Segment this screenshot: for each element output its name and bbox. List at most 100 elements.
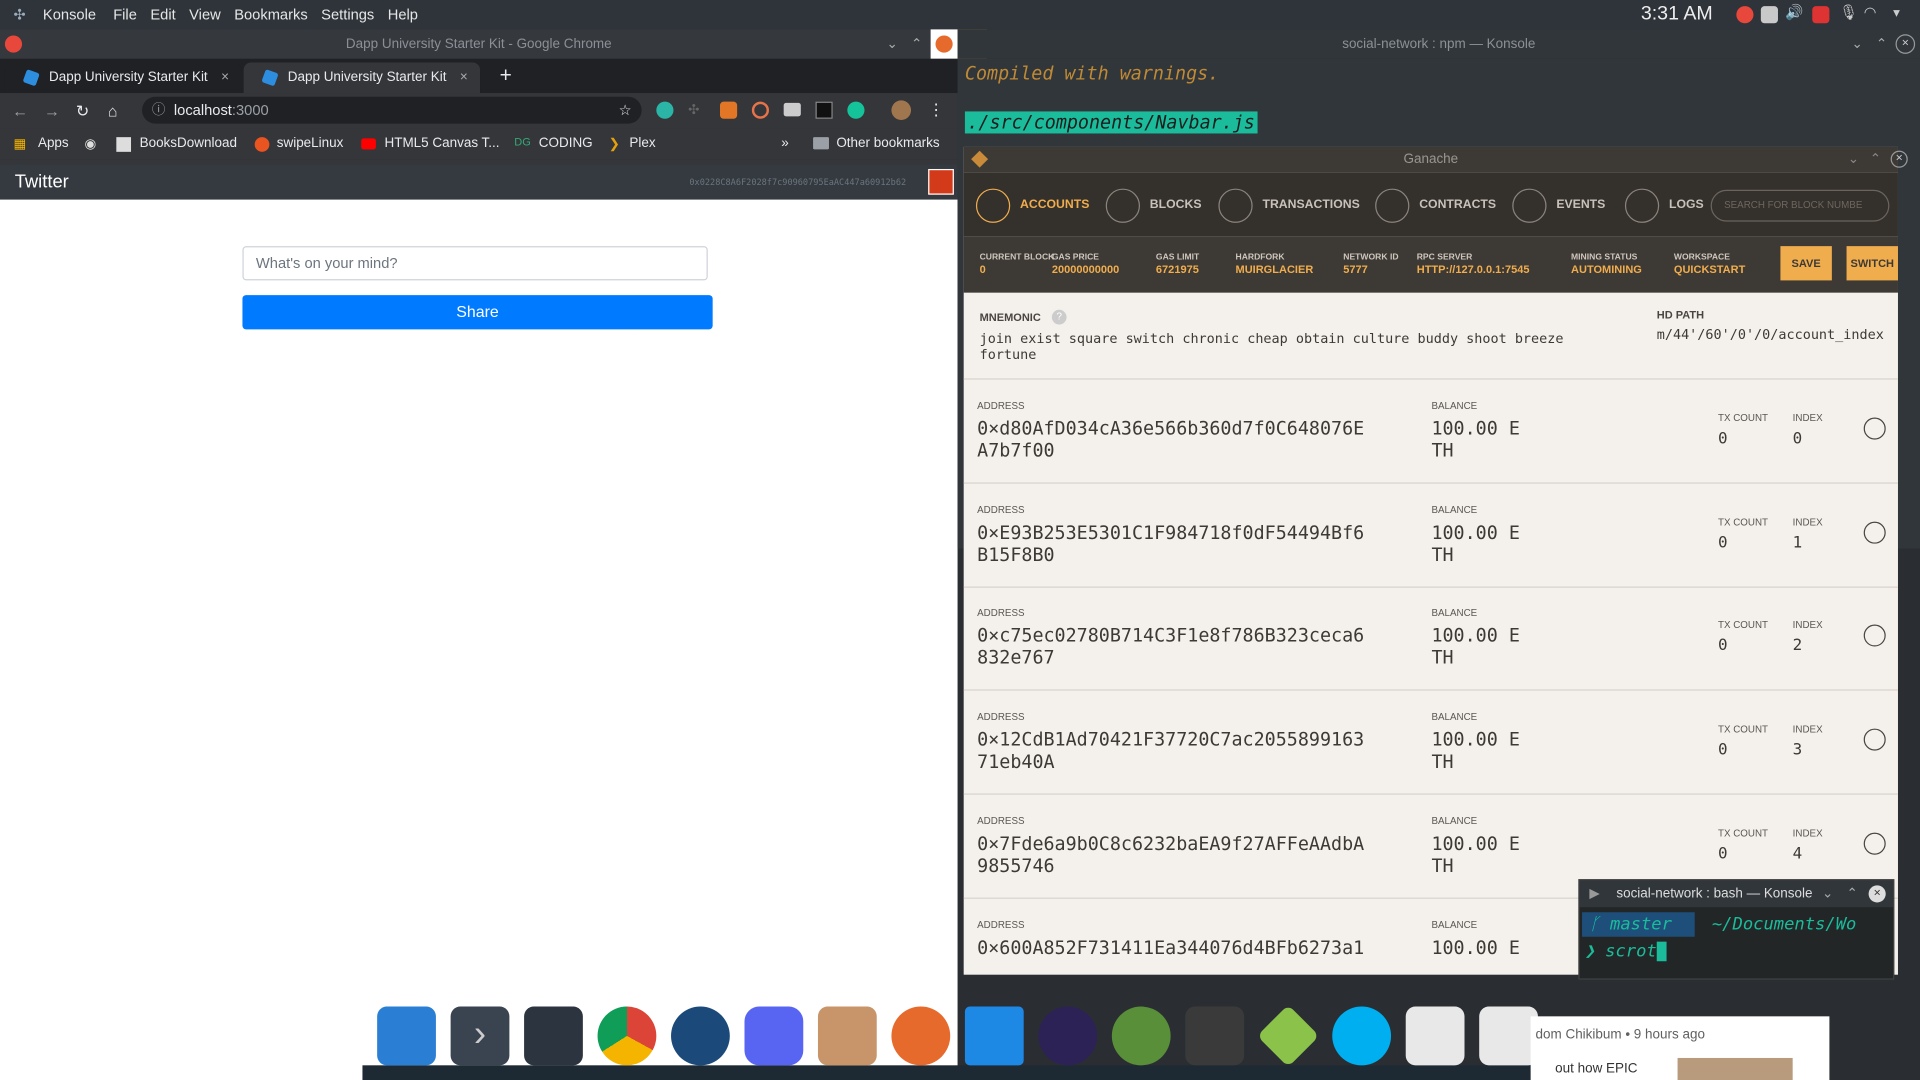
new-tab-icon[interactable]: + <box>500 64 512 88</box>
post-input[interactable]: What's on your mind? <box>242 246 708 281</box>
android-studio-icon[interactable] <box>1111 1006 1171 1066</box>
extension-sn-icon[interactable] <box>815 101 833 119</box>
vscode-icon[interactable] <box>964 1006 1024 1066</box>
key-icon[interactable] <box>1863 832 1886 855</box>
key-icon[interactable] <box>1863 728 1886 751</box>
extension-card-icon[interactable] <box>783 102 801 117</box>
settings-sliders-icon[interactable] <box>524 1006 583 1066</box>
help-icon[interactable]: ? <box>1051 309 1067 325</box>
youtube-text[interactable]: out how EPIC <box>1555 1062 1637 1077</box>
block-search-input[interactable]: SEARCH FOR BLOCK NUMBE <box>1710 189 1890 222</box>
profile-avatar-icon[interactable] <box>891 100 912 121</box>
dapp-favicon-icon <box>22 69 40 87</box>
panel-menu-file[interactable]: File <box>113 6 137 23</box>
balance-label: BALANCE <box>1431 607 1478 619</box>
extension-puzzle-icon[interactable]: ✣ <box>688 102 705 119</box>
cube-app-icon[interactable] <box>1257 1004 1320 1068</box>
metamask-icon[interactable] <box>720 101 738 119</box>
tab-dapp-1[interactable]: Dapp University Starter Kit × <box>4 62 242 94</box>
clipboard-icon[interactable] <box>1760 6 1778 24</box>
extension-at-icon[interactable] <box>751 101 769 119</box>
address-bar[interactable]: ⓘ localhost:3000 ☆ <box>142 96 642 124</box>
extension-m-icon[interactable] <box>656 101 674 119</box>
account-row[interactable]: ADDRESS 0×d80AfD034cA36e566b360d7f0C64807… <box>963 381 1898 484</box>
app-launcher-icon[interactable]: ✣ <box>13 6 25 23</box>
bookmarks-overflow-icon[interactable]: » <box>781 136 789 151</box>
skype-icon[interactable] <box>1332 1006 1392 1066</box>
bookmark-coding[interactable]: CODING <box>539 136 593 151</box>
microphone-icon[interactable]: 🎙 <box>1839 4 1858 21</box>
thumbnail[interactable] <box>1677 1057 1793 1080</box>
minimize-icon[interactable]: ⌄ <box>887 29 898 58</box>
home-icon[interactable]: ⌂ <box>108 102 118 120</box>
key-icon[interactable] <box>1863 417 1886 440</box>
battery-icon[interactable] <box>1812 6 1830 24</box>
chrome-menu-icon[interactable]: ⋮ <box>928 100 944 120</box>
close-icon[interactable]: × <box>1890 150 1908 168</box>
bookmark-booksdownload[interactable]: BooksDownload <box>140 136 237 151</box>
maximize-icon[interactable]: ⌃ <box>1870 147 1881 173</box>
clock[interactable]: 3:31 AM <box>1641 4 1713 26</box>
panel-menu-edit[interactable]: Edit <box>150 6 175 23</box>
nav-logs[interactable]: LOGS <box>1624 188 1704 223</box>
nav-accounts[interactable]: ACCOUNTS <box>975 188 1089 223</box>
brand-title[interactable]: Twitter <box>15 171 69 192</box>
switch-button[interactable]: SWITCH <box>1846 246 1898 281</box>
steam-icon[interactable] <box>671 1006 730 1066</box>
bookmark-apps[interactable]: Apps <box>38 136 69 151</box>
nav-blocks[interactable]: BLOCKS <box>1105 188 1202 223</box>
maximize-icon[interactable]: ⌃ <box>1847 880 1858 907</box>
chrome-app-icon[interactable] <box>597 1006 657 1066</box>
grammarly-icon[interactable] <box>847 101 865 119</box>
account-row[interactable]: ADDRESS 0×12CdB1Ad70421F37720C7ac20558991… <box>963 692 1898 795</box>
wifi-icon[interactable]: ◠ <box>1864 4 1881 21</box>
close-icon[interactable]: × <box>1868 885 1886 903</box>
reload-icon[interactable]: ↻ <box>76 102 89 122</box>
nav-contracts[interactable]: CONTRACTS <box>1375 188 1496 223</box>
nav-events[interactable]: EVENTS <box>1512 188 1605 223</box>
volume-icon[interactable]: 🔊 <box>1785 4 1803 21</box>
bookmark-plex[interactable]: Plex <box>629 136 655 151</box>
share-button[interactable]: Share <box>242 295 713 330</box>
discord-icon[interactable] <box>744 1006 804 1066</box>
chrome-tray-icon[interactable] <box>1736 6 1754 24</box>
globe-icon[interactable]: ◉ <box>84 136 96 152</box>
panel-menu-view[interactable]: View <box>189 6 221 23</box>
ganache-app-icon[interactable] <box>817 1006 877 1066</box>
minimize-icon[interactable]: ⌄ <box>1851 29 1862 58</box>
bookmark-star-icon[interactable]: ☆ <box>619 97 632 124</box>
minimize-icon[interactable]: ⌄ <box>1822 880 1833 907</box>
firefox-app-icon[interactable] <box>891 1006 951 1066</box>
back-icon[interactable]: ← <box>12 102 28 120</box>
files-icon[interactable] <box>377 1006 436 1066</box>
panel-menu-bookmarks[interactable]: Bookmarks <box>234 6 308 23</box>
forward-icon[interactable]: → <box>44 102 60 120</box>
sublime-text-icon[interactable] <box>1185 1006 1245 1066</box>
key-icon[interactable] <box>1863 624 1886 648</box>
terminal-app-icon[interactable]: › <box>450 1006 510 1066</box>
panel-menu-konsole[interactable]: Konsole <box>43 6 96 23</box>
bookmark-other[interactable]: Other bookmarks <box>836 136 939 151</box>
save-button[interactable]: SAVE <box>1780 246 1832 281</box>
account-row[interactable]: ADDRESS 0×E93B253E5301C1F984718f0dF54494B… <box>963 485 1898 588</box>
close-icon[interactable]: × <box>1895 34 1916 54</box>
panel-menu-settings[interactable]: Settings <box>321 6 374 23</box>
maximize-icon[interactable]: ⌃ <box>1876 29 1887 58</box>
account-row[interactable]: ADDRESS 0×c75ec02780B714C3F1e8f786B323cec… <box>963 588 1898 692</box>
site-info-icon[interactable]: ⓘ <box>152 97 165 124</box>
key-icon[interactable] <box>1863 521 1886 544</box>
bash-terminal[interactable]: ᚴ master ~/Documents/Wo ❯ scrot <box>1579 907 1894 979</box>
minimize-icon[interactable]: ⌄ <box>1848 147 1859 173</box>
tray-expand-icon[interactable]: ▾ <box>1893 5 1910 22</box>
bookmark-html5-canvas[interactable]: HTML5 Canvas T... <box>384 136 499 151</box>
bookmark-swipelinux[interactable]: swipeLinux <box>277 136 344 151</box>
tab-dapp-2[interactable]: Dapp University Starter Kit × <box>243 62 481 94</box>
tab-close-icon[interactable]: × <box>221 62 229 93</box>
nav-transactions[interactable]: TRANSACTIONS <box>1218 188 1360 223</box>
tab-close-icon[interactable]: × <box>460 62 468 93</box>
document-viewer-2-icon[interactable] <box>1479 1006 1538 1066</box>
document-viewer-icon[interactable] <box>1405 1006 1465 1066</box>
maximize-icon[interactable]: ⌃ <box>911 29 922 58</box>
panel-menu-help[interactable]: Help <box>388 6 418 23</box>
eclipse-icon[interactable] <box>1038 1006 1098 1066</box>
